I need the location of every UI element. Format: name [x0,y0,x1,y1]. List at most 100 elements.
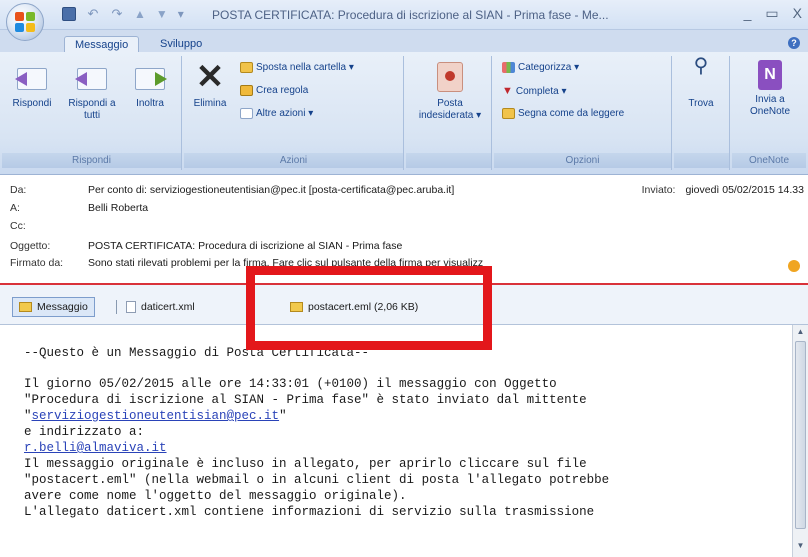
rule-icon [240,85,253,96]
ribbon: Rispondi Rispondi a tutti Inoltra Rispon… [0,52,808,175]
subject-label: Oggetto: [10,240,51,252]
from-label: Da: [10,184,27,196]
next-item-icon[interactable]: ▼ [156,7,168,21]
group-label-rispondi: Rispondi [2,153,181,168]
message-tab-label: Messaggio [37,301,88,313]
sent-row: Inviato: giovedì 05/02/2015 14.33 [642,184,804,196]
reply-label: Rispondi [12,98,52,109]
group-label-azioni: Azioni [184,153,403,168]
tab-messaggio[interactable]: Messaggio [64,36,140,53]
group-opzioni: Categorizza ▾ ▼ Completa ▾ Segna come da… [494,56,672,170]
onenote-icon: N [758,60,782,90]
group-junk: Posta indesiderata ▾ [406,56,492,170]
customize-toolbar-icon[interactable]: ▾ [178,7,184,21]
signed-label: Firmato da: [10,257,64,269]
ribbon-tabs: Messaggio Sviluppo ? [0,30,808,53]
move-label: Sposta nella cartella ▾ [256,62,354,73]
onenote-label: Invia a OneNote [749,94,791,117]
title-bar: ↶ ↷ ▲ ▼ ▾ POSTA CERTIFICATA: Procedura d… [0,0,808,30]
red-highlight-box [246,266,492,350]
find-label: Trova [688,98,714,109]
mark-unread-button[interactable]: Segna come da leggere [502,108,624,119]
group-label-junk [406,153,491,168]
body-line: e indirizzato a: [24,425,145,439]
maximize-button[interactable]: ▭ [765,5,778,22]
to-value[interactable]: Belli Roberta [88,202,148,214]
delete-label: Elimina [193,98,227,109]
sent-label: Inviato: [641,184,676,196]
office-logo-icon [15,12,35,32]
attachment-separator [116,300,117,314]
forward-icon [133,60,167,94]
categorize-icon [502,62,515,73]
follow-up-button[interactable]: ▼ Completa ▾ [502,85,567,97]
sender-link-line: "serviziogestioneutentisian@pec.it" [24,409,287,423]
office-button[interactable] [6,3,44,41]
junk-mail-icon [437,62,463,92]
folder-icon [240,62,253,73]
sent-value: giovedì 05/02/2015 14.33 [685,184,804,196]
cc-label: Cc: [10,220,26,232]
forward-button[interactable]: Inoltra [122,58,178,110]
scroll-thumb[interactable] [795,341,806,529]
junk-mail-button[interactable]: Posta indesiderata ▾ [412,58,488,122]
group-label-find [674,153,729,168]
other-actions-button[interactable]: Altre azioni ▾ [240,108,313,119]
find-button[interactable]: ⚲ Trova [676,55,726,110]
rule-label: Crea regola [256,85,309,96]
body-line: "Procedura di iscrizione al SIAN - Prima… [24,393,587,407]
previous-item-icon[interactable]: ▲ [134,7,146,21]
daticert-label: daticert.xml [141,301,195,313]
close-button[interactable]: X [793,5,802,22]
binoculars-icon: ⚲ [693,55,709,77]
quick-access-toolbar: ↶ ↷ ▲ ▼ ▾ [62,7,184,21]
subject-row: Oggetto: POSTA CERTIFICATA: Procedura di … [10,240,402,252]
scroll-down-icon[interactable]: ▼ [795,541,806,553]
send-to-onenote-button[interactable]: N Invia a OneNote [740,58,800,118]
tab-sviluppo[interactable]: Sviluppo [150,36,212,53]
attachment-daticert[interactable]: daticert.xml [120,297,201,317]
scroll-up-icon[interactable]: ▲ [795,327,806,339]
recipient-email-link[interactable]: r.belli@almaviva.it [24,441,167,455]
body-line: "postacert.eml" (nella webmail o in alcu… [24,473,610,487]
flag-icon: ▼ [502,85,513,97]
body-line: L'allegato daticert.xml contiene informa… [24,505,595,519]
message-body: --Questo è un Messaggio di Posta Certifi… [2,325,792,557]
to-row: A: Belli Roberta [10,202,148,214]
group-azioni: ✕ Elimina Sposta nella cartella ▾ Crea r… [184,56,404,170]
from-row: Da: Per conto di: serviziogestioneutentis… [10,184,454,196]
from-value[interactable]: Per conto di: serviziogestioneutentisian… [88,184,454,196]
reply-all-button[interactable]: Rispondi a tutti [64,58,120,122]
help-icon[interactable]: ? [788,37,800,49]
actions-icon [240,108,253,119]
body-line: Il messaggio originale è incluso in alle… [24,457,587,471]
signature-warning-icon[interactable] [788,260,800,272]
sender-email-link[interactable]: serviziogestioneutentisian@pec.it [32,409,280,423]
reply-icon [15,60,49,94]
group-rispondi: Rispondi Rispondi a tutti Inoltra Rispon… [2,56,182,170]
reply-button[interactable]: Rispondi [4,58,60,110]
attachment-message-tab[interactable]: Messaggio [12,297,95,317]
group-onenote: N Invia a OneNote OneNote [732,56,806,170]
envelope-icon [19,302,32,312]
group-label-opzioni: Opzioni [494,153,671,168]
vertical-scrollbar[interactable]: ▲ ▼ [792,325,808,557]
group-find: ⚲ Trova [674,56,730,170]
window-title: POSTA CERTIFICATA: Procedura di iscrizio… [212,8,609,22]
mark-unread-icon [502,108,515,119]
undo-icon[interactable]: ↶ [86,7,100,21]
redo-icon[interactable]: ↷ [110,7,124,21]
categorize-label: Categorizza ▾ [518,62,580,73]
save-icon[interactable] [62,7,76,21]
categorize-button[interactable]: Categorizza ▾ [502,62,579,73]
group-label-onenote: OneNote [732,153,806,168]
minimize-button[interactable]: _ [744,5,752,22]
create-rule-button[interactable]: Crea regola [240,85,308,96]
delete-button[interactable]: ✕ Elimina [186,58,234,110]
recipient-link-line: r.belli@almaviva.it [24,440,792,456]
move-to-folder-button[interactable]: Sposta nella cartella ▾ [240,62,354,73]
forward-label: Inoltra [136,98,164,109]
delete-icon: ✕ [195,58,225,96]
cc-row: Cc: [10,220,88,232]
other-actions-label: Altre azioni ▾ [256,108,314,119]
